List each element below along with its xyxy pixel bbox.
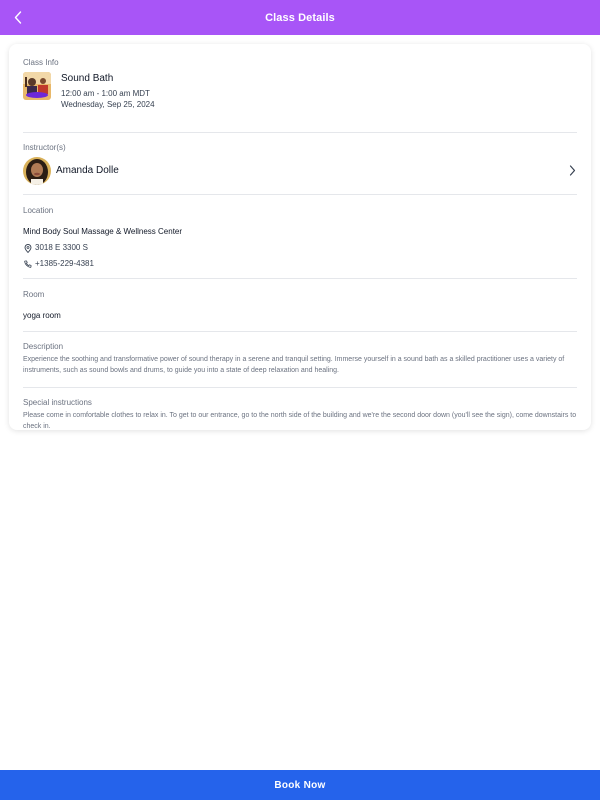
class-details-card: Class Info Sound Bath 12:00 am - 1:00 am… (9, 44, 591, 430)
book-now-button[interactable]: Book Now (0, 770, 600, 800)
room-value: yoga room (23, 311, 61, 320)
class-summary: Sound Bath 12:00 am - 1:00 am MDT Wednes… (23, 72, 577, 110)
page-title: Class Details (265, 11, 335, 24)
instructor-avatar (23, 156, 51, 185)
back-button[interactable] (4, 4, 32, 31)
description-text: Experience the soothing and transformati… (23, 356, 565, 374)
phone-text: +1385-229-4381 (35, 259, 94, 268)
special-instructions-section: Special instructions Please come in comf… (23, 388, 577, 432)
location-label: Location (23, 206, 54, 215)
chevron-right-icon (567, 165, 577, 177)
class-time: 12:00 am - 1:00 am MDT (61, 89, 150, 98)
instructor-name: Amanda Dolle (56, 165, 119, 176)
location-phone[interactable]: +1385-229-4381 (23, 259, 577, 269)
special-instructions-label: Special instructions (23, 398, 92, 407)
book-now-label: Book Now (274, 779, 326, 791)
description-section: Description Experience the soothing and … (23, 332, 577, 387)
room-label: Room (23, 290, 45, 299)
instructor-row[interactable]: Amanda Dolle (23, 156, 577, 185)
class-thumbnail (23, 72, 51, 100)
location-name: Mind Body Soul Massage & Wellness Center (23, 227, 183, 236)
instructor-section: Instructor(s) Amanda Dolle (23, 133, 577, 194)
special-instructions-text: Please come in comfortable clothes to re… (23, 412, 577, 430)
room-section: Room yoga room (23, 279, 577, 331)
instructor-label: Instructor(s) (23, 143, 66, 152)
chevron-left-icon (14, 11, 22, 24)
map-pin-icon (23, 243, 33, 253)
address-text: 3018 E 3300 S (35, 243, 88, 252)
top-app-bar: Class Details (0, 0, 600, 35)
class-info-section: Class Info Sound Bath 12:00 am - 1:00 am… (23, 58, 577, 132)
class-date: Wednesday, Sep 25, 2024 (61, 100, 155, 109)
location-section: Location Mind Body Soul Massage & Wellne… (23, 195, 577, 278)
description-label: Description (23, 342, 64, 351)
location-address[interactable]: 3018 E 3300 S (23, 243, 577, 253)
phone-icon (23, 259, 33, 269)
class-name: Sound Bath (61, 73, 114, 84)
class-info-label: Class Info (23, 58, 59, 67)
